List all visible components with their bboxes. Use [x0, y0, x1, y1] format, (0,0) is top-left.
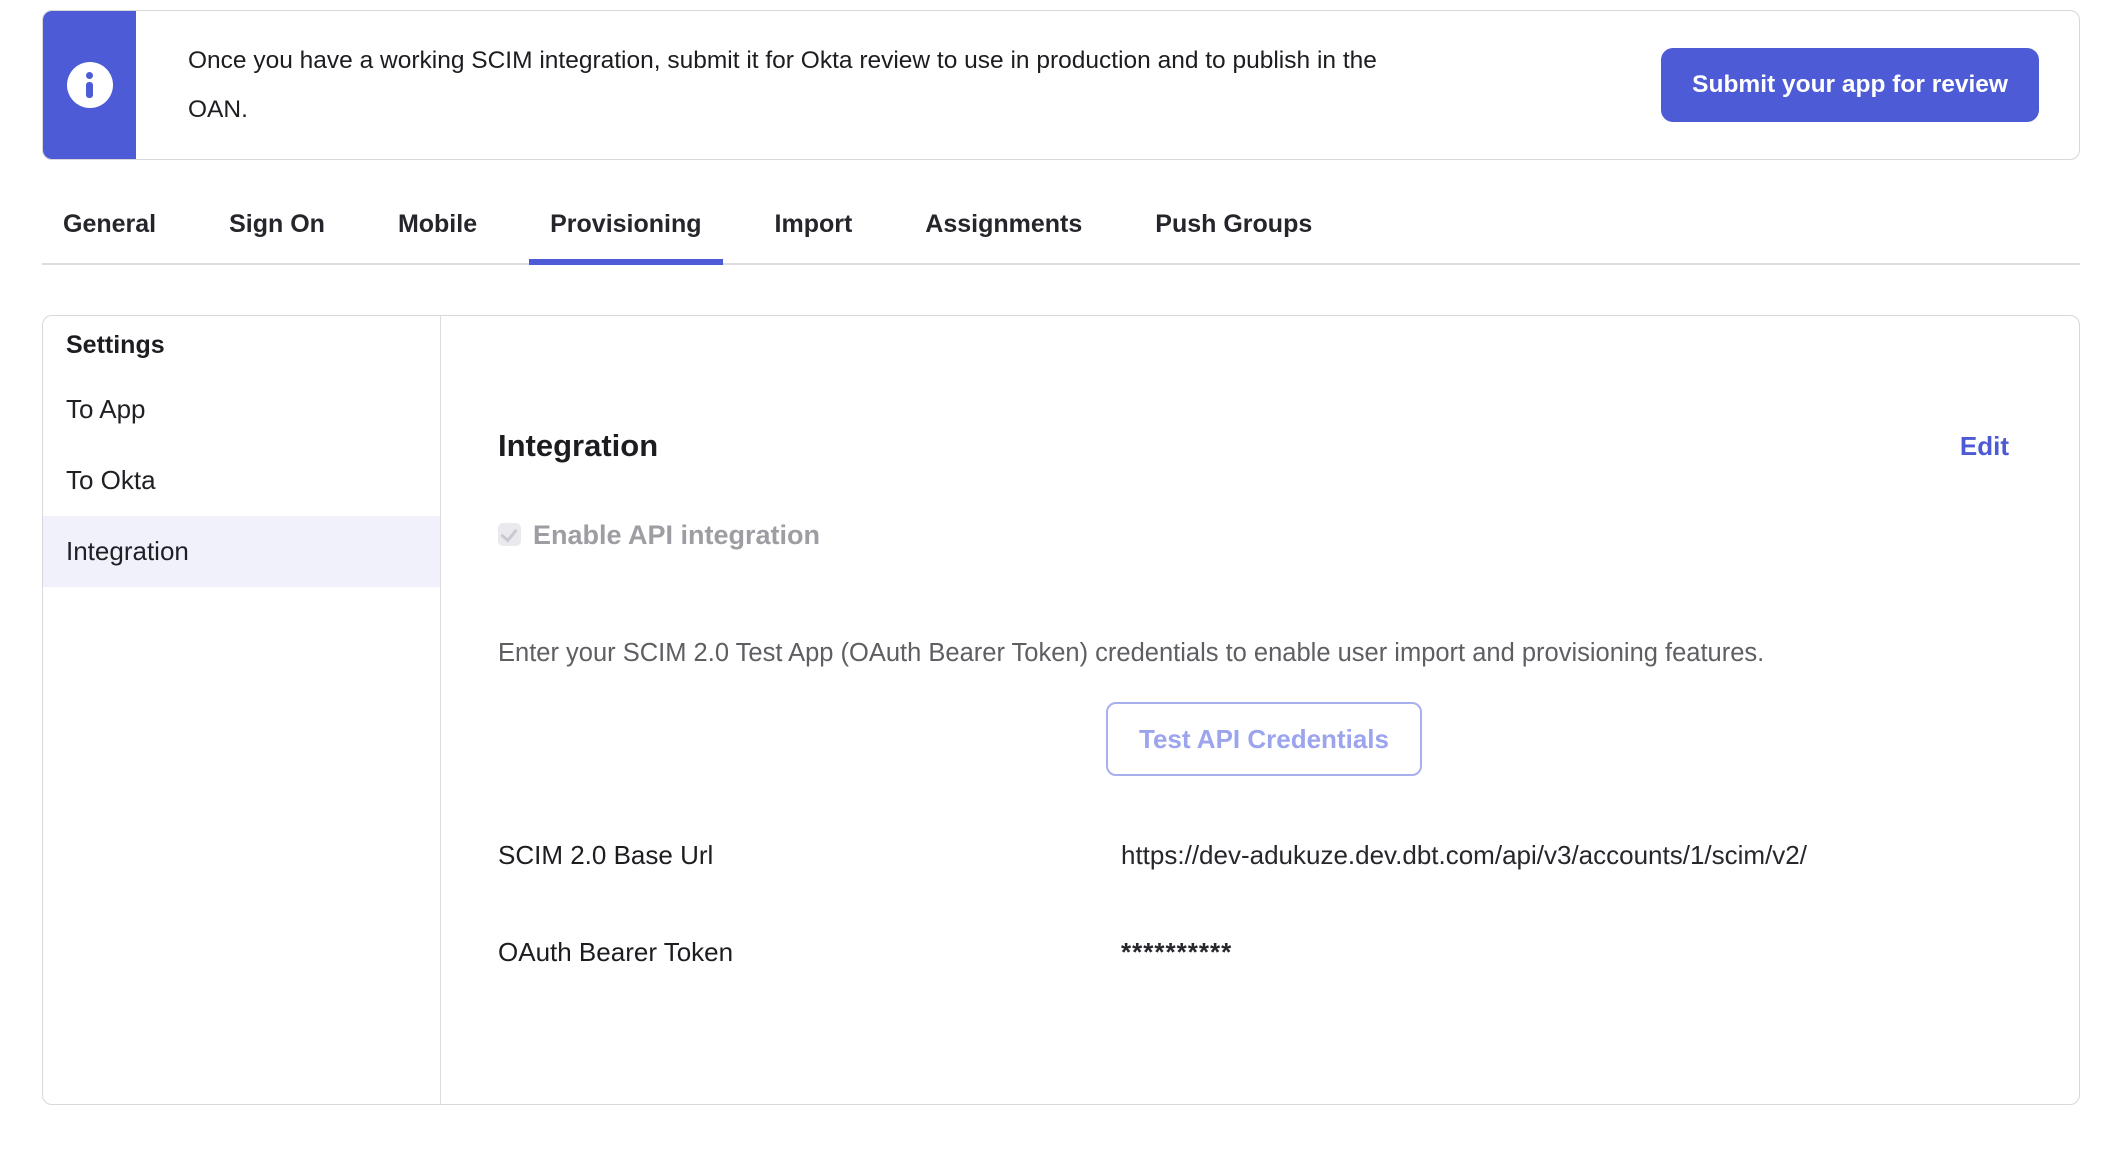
scim-base-url-value: https://dev-adukuze.dev.dbt.com/api/v3/a… — [1121, 840, 1807, 871]
sidebar-item-to-okta[interactable]: To Okta — [43, 445, 440, 516]
scim-base-url-row: SCIM 2.0 Base Url https://dev-adukuze.de… — [498, 840, 2009, 871]
info-banner: Once you have a working SCIM integration… — [42, 10, 2080, 160]
oauth-bearer-token-value: ********** — [1121, 937, 1232, 968]
test-api-credentials-button[interactable]: Test API Credentials — [1106, 702, 1422, 776]
credentials-description: Enter your SCIM 2.0 Test App (OAuth Bear… — [498, 639, 2009, 668]
enable-api-integration-row: Enable API integration — [498, 520, 2009, 551]
banner-message: Once you have a working SCIM integration… — [136, 11, 1661, 159]
tab-sign-on[interactable]: Sign On — [208, 210, 346, 263]
provisioning-card: Settings To App To Okta Integration Inte… — [42, 315, 2080, 1105]
edit-link[interactable]: Edit — [1960, 431, 2009, 462]
tab-assignments[interactable]: Assignments — [904, 210, 1103, 263]
tab-import[interactable]: Import — [754, 210, 874, 263]
info-icon — [67, 62, 113, 108]
oauth-bearer-token-row: OAuth Bearer Token ********** — [498, 937, 2009, 968]
sidebar-item-to-app[interactable]: To App — [43, 374, 440, 445]
page-title: Integration — [498, 428, 658, 464]
submit-app-for-review-button[interactable]: Submit your app for review — [1661, 48, 2039, 122]
tab-bar: General Sign On Mobile Provisioning Impo… — [42, 160, 2080, 265]
settings-sidebar: Settings To App To Okta Integration — [43, 316, 441, 1104]
tab-provisioning[interactable]: Provisioning — [529, 210, 722, 263]
enable-api-integration-label: Enable API integration — [533, 520, 820, 551]
tab-push-groups[interactable]: Push Groups — [1134, 210, 1333, 263]
enable-api-integration-checkbox[interactable] — [498, 523, 521, 546]
banner-accent — [43, 11, 136, 159]
scim-base-url-label: SCIM 2.0 Base Url — [498, 840, 1121, 871]
sidebar-item-integration[interactable]: Integration — [43, 516, 440, 587]
tab-mobile[interactable]: Mobile — [377, 210, 498, 263]
sidebar-header: Settings — [43, 316, 440, 374]
integration-header: Integration Edit — [498, 428, 2009, 464]
oauth-bearer-token-label: OAuth Bearer Token — [498, 937, 1121, 968]
tab-general[interactable]: General — [42, 210, 177, 263]
integration-panel: Integration Edit Enable API integration … — [441, 316, 2079, 1104]
